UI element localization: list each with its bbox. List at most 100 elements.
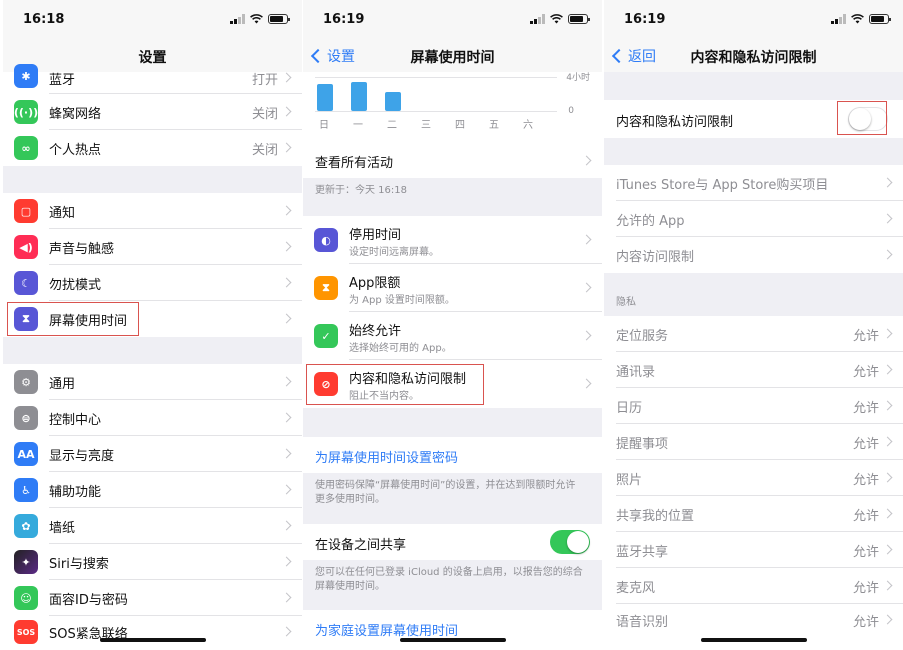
chevron-right-icon — [581, 155, 592, 166]
chevron-right-icon — [882, 328, 893, 339]
item-value: 允许 — [852, 329, 879, 344]
notifications-icon: ▢ — [14, 199, 38, 223]
share-across-devices-row: 在设备之间共享 — [303, 524, 602, 560]
settings-item-label: Siri与搜索 — [49, 557, 109, 572]
display-icon: AA — [14, 442, 38, 466]
nav-bar: 返回 内容和隐私访问限制 — [604, 40, 903, 72]
sos-icon: SOS — [14, 620, 38, 644]
item-value: 允许 — [852, 509, 879, 524]
settings-screen: 16:18 设置 ✱ 蓝牙 打开 ((·)) 蜂窝网络 关闭 ∞ 个人热点 关闭… — [3, 0, 302, 650]
settings-item-control-center[interactable]: ⊜ 控制中心 — [3, 400, 302, 436]
settings-item-faceid[interactable]: ☺ 面容ID与密码 — [3, 580, 302, 616]
privacy-item-calendar[interactable]: 日历 允许 — [604, 388, 903, 424]
settings-item-notifications[interactable]: ▢ 通知 — [3, 193, 302, 229]
chevron-right-icon — [882, 436, 893, 447]
privacy-item-speech-recognition[interactable]: 语音识别 允许 — [604, 604, 903, 650]
settings-item-siri[interactable]: ✦ Siri与搜索 — [3, 544, 302, 580]
restriction-item-purchases[interactable]: iTunes Store与 App Store购买项目 — [604, 165, 903, 201]
settings-item-bluetooth[interactable]: ✱ 蓝牙 打开 — [3, 64, 302, 94]
chevron-right-icon — [281, 556, 292, 567]
signal-icon — [230, 14, 245, 24]
settings-item-sounds[interactable]: ◀) 声音与触感 — [3, 229, 302, 265]
settings-item-accessibility[interactable]: ♿ 辅助功能 — [3, 472, 302, 508]
chevron-right-icon — [882, 472, 893, 483]
settings-item-label: 声音与触感 — [49, 242, 115, 257]
settings-item-dnd[interactable]: ☾ 勿扰模式 — [3, 265, 302, 301]
item-label: 始终允许 — [349, 324, 402, 339]
hotspot-icon: ∞ — [14, 136, 38, 160]
settings-item-label: 个人热点 — [49, 143, 102, 158]
settings-item-wallpaper[interactable]: ✿ 墙纸 — [3, 508, 302, 544]
settings-item-general[interactable]: ⚙ 通用 — [3, 364, 302, 400]
item-subtitle: 选择始终可用的 App。 — [349, 343, 452, 354]
item-value: 允许 — [852, 437, 879, 452]
y-tick-label: 0 — [568, 106, 574, 116]
item-label: App限额 — [349, 276, 401, 291]
checkmark-shield-icon: ✓ — [314, 324, 338, 348]
chevron-right-icon — [581, 378, 592, 389]
chevron-right-icon — [281, 520, 292, 531]
share-toggle[interactable] — [550, 530, 590, 554]
privacy-item-microphone[interactable]: 麦克风 允许 — [604, 568, 903, 604]
settings-item-label: 辅助功能 — [49, 485, 102, 500]
restriction-item-allowed-apps[interactable]: 允许的 App — [604, 201, 903, 237]
privacy-item-photos[interactable]: 照片 允许 — [604, 460, 903, 496]
signal-icon — [530, 14, 545, 24]
privacy-item-contacts[interactable]: 通讯录 允许 — [604, 352, 903, 388]
settings-item-label: 面容ID与密码 — [49, 593, 128, 608]
item-label: 定位服务 — [616, 329, 669, 344]
set-passcode-link[interactable]: 为屏幕使用时间设置密码 — [315, 447, 458, 466]
day-label: 三 — [421, 120, 431, 131]
see-all-activity-row[interactable]: 查看所有活动 — [303, 142, 602, 178]
status-bar: 16:19 — [604, 0, 903, 40]
screen-time-item-app-limits[interactable]: ⧗ App限额 为 App 设置时间限额。 — [303, 264, 602, 312]
item-label: 蓝牙共享 — [616, 545, 669, 560]
set-passcode-row[interactable]: 为屏幕使用时间设置密码 — [303, 437, 602, 473]
privacy-item-reminders[interactable]: 提醒事项 允许 — [604, 424, 903, 460]
chevron-right-icon — [281, 277, 292, 288]
day-label: 四 — [455, 120, 465, 131]
item-value: 允许 — [852, 401, 879, 416]
downtime-icon: ◐ — [314, 228, 338, 252]
settings-item-cellular[interactable]: ((·)) 蜂窝网络 关闭 — [3, 94, 302, 130]
settings-item-display[interactable]: AA 显示与亮度 — [3, 436, 302, 472]
battery-icon — [869, 14, 891, 24]
chevron-right-icon — [882, 364, 893, 375]
family-setup-row[interactable]: 为家庭设置屏幕使用时间 — [303, 610, 602, 650]
see-all-label: 查看所有活动 — [315, 156, 394, 171]
item-label: 照片 — [616, 473, 643, 488]
updated-time: 更新于：今天 16:18 — [315, 185, 407, 196]
item-label: iTunes Store与 App Store购买项目 — [616, 178, 829, 193]
privacy-item-location[interactable]: 定位服务 允许 — [604, 316, 903, 352]
home-indicator[interactable] — [399, 638, 506, 642]
screen-time-screen: 16:19 设置 屏幕使用时间 4小时 0 日 一 二 三 四 五 六 查看所有活动 更新于… — [303, 0, 602, 650]
item-label: 通讯录 — [616, 365, 656, 380]
chevron-right-icon — [882, 580, 893, 591]
family-setup-link[interactable]: 为家庭设置屏幕使用时间 — [315, 620, 458, 639]
nav-bar: 设置 屏幕使用时间 — [303, 40, 602, 72]
home-indicator[interactable] — [99, 638, 206, 642]
highlight-box — [7, 302, 139, 336]
switches-icon: ⊜ — [14, 406, 38, 430]
screen-time-item-always-allowed[interactable]: ✓ 始终允许 选择始终可用的 App。 — [303, 312, 602, 360]
day-label: 一 — [353, 120, 363, 131]
settings-item-sos[interactable]: SOS SOS紧急联络 — [3, 616, 302, 650]
item-label: 内容访问限制 — [616, 250, 695, 265]
faceid-icon: ☺ — [14, 586, 38, 610]
settings-item-hotspot[interactable]: ∞ 个人热点 关闭 — [3, 130, 302, 166]
wifi-icon — [851, 14, 864, 24]
restrictions-screen: 16:19 返回 内容和隐私访问限制 内容和隐私访问限制 iTunes Stor… — [604, 0, 903, 650]
privacy-item-share-location[interactable]: 共享我的位置 允许 — [604, 496, 903, 532]
home-indicator[interactable] — [700, 638, 807, 642]
status-time: 16:18 — [23, 12, 65, 27]
restriction-item-content[interactable]: 内容访问限制 — [604, 237, 903, 273]
chevron-right-icon — [882, 508, 893, 519]
wifi-icon — [250, 14, 263, 24]
status-icons — [831, 14, 891, 24]
item-value: 允许 — [852, 365, 879, 380]
item-label: 提醒事项 — [616, 437, 669, 452]
item-label: 停用时间 — [349, 228, 402, 243]
screen-time-item-downtime[interactable]: ◐ 停用时间 设定时间远离屏幕。 — [303, 216, 602, 264]
privacy-item-bluetooth-sharing[interactable]: 蓝牙共享 允许 — [604, 532, 903, 568]
chevron-right-icon — [281, 412, 292, 423]
